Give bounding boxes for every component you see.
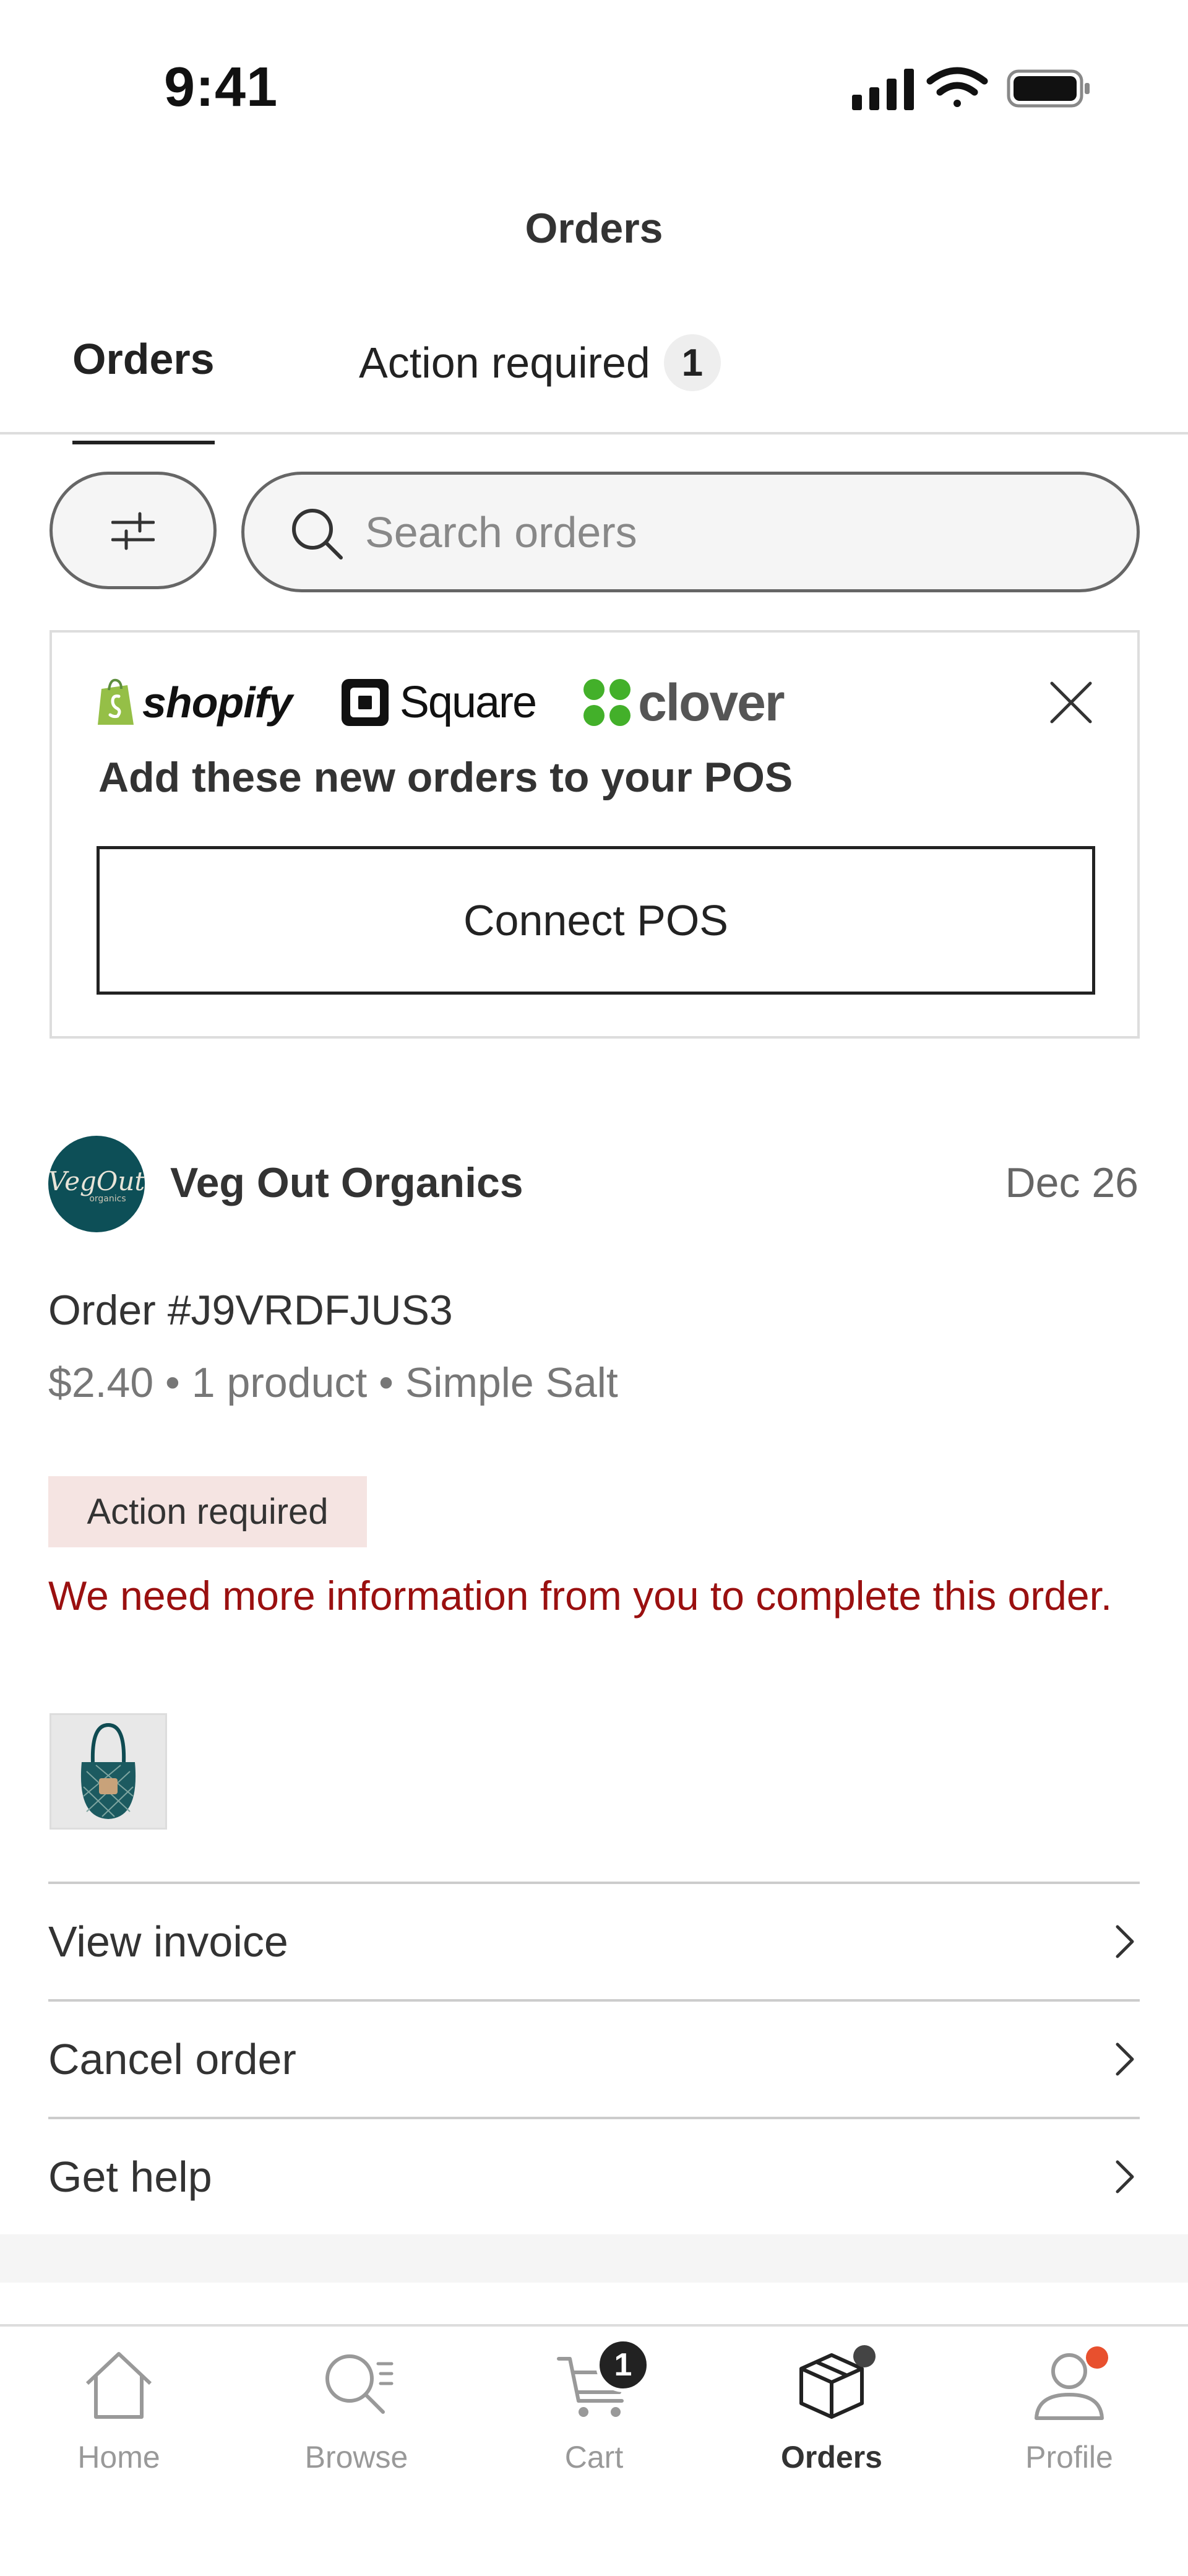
square-wordmark: Square bbox=[399, 678, 537, 727]
action-required-message: We need more information from you to com… bbox=[48, 1573, 1113, 1619]
pos-promo-card: shopify Square clover Add these new orde… bbox=[50, 630, 1140, 1039]
search-placeholder: Search orders bbox=[365, 508, 637, 556]
tote-bag-image bbox=[80, 1722, 136, 1819]
shopify-logo: shopify bbox=[97, 678, 293, 727]
tab-active-indicator bbox=[72, 441, 215, 444]
tab-action-required-label: Action required bbox=[359, 339, 650, 387]
search-input[interactable]: Search orders bbox=[241, 472, 1140, 592]
nav-home-label: Home bbox=[77, 2440, 160, 2474]
profile-notification-dot bbox=[1086, 2346, 1108, 2369]
battery-icon bbox=[1007, 69, 1090, 108]
nav-cart[interactable]: 1 Cart bbox=[475, 2338, 713, 2506]
status-badge: Action required bbox=[48, 1476, 367, 1547]
nav-profile[interactable]: Profile bbox=[950, 2345, 1188, 2506]
cart-icon-wrap: 1 bbox=[554, 2338, 650, 2426]
get-help-label: Get help bbox=[48, 2153, 212, 2201]
section-divider bbox=[0, 2234, 1188, 2283]
nav-browse[interactable]: Browse bbox=[238, 2345, 475, 2506]
orders-indicator-dot bbox=[853, 2345, 876, 2367]
pos-logos: shopify Square clover bbox=[97, 673, 785, 733]
filter-sliders-icon bbox=[111, 512, 155, 550]
search-icon bbox=[292, 508, 343, 560]
profile-icon-wrap bbox=[1029, 2345, 1109, 2426]
square-logo: Square bbox=[341, 677, 537, 728]
shop-avatar[interactable]: VegOut organics bbox=[48, 1136, 145, 1232]
tab-orders-label: Orders bbox=[72, 335, 215, 383]
svg-text:organics: organics bbox=[89, 1194, 126, 1204]
product-thumbnail[interactable] bbox=[50, 1713, 167, 1830]
cart-count-badge: 1 bbox=[596, 2338, 650, 2392]
order-date: Dec 26 bbox=[1005, 1159, 1138, 1206]
page-title: Orders bbox=[525, 205, 663, 252]
close-icon[interactable] bbox=[1049, 681, 1093, 724]
cellular-signal-icon bbox=[852, 69, 914, 110]
browse-icon bbox=[325, 2354, 394, 2414]
order-summary: $2.40 • 1 product • Simple Salt bbox=[48, 1359, 618, 1406]
cancel-order-label: Cancel order bbox=[48, 2035, 296, 2083]
chevron-right-icon bbox=[1116, 2160, 1134, 2193]
filter-button[interactable] bbox=[50, 472, 217, 589]
shop-logo: VegOut organics bbox=[48, 1166, 145, 1204]
nav-orders-label: Orders bbox=[781, 2440, 882, 2474]
status-bar: 9:41 bbox=[0, 0, 1188, 155]
status-icons bbox=[852, 67, 1090, 110]
shopify-bag-icon bbox=[98, 678, 134, 725]
bottom-nav: Home Browse 1 Cart Orders Profile bbox=[0, 2324, 1188, 2576]
nav-profile-label: Profile bbox=[1025, 2440, 1113, 2474]
cancel-order-link[interactable]: Cancel order bbox=[48, 1999, 1140, 2117]
nav-home[interactable]: Home bbox=[0, 2345, 238, 2506]
tab-count-badge: 1 bbox=[663, 334, 721, 391]
shop-name[interactable]: Veg Out Organics bbox=[170, 1159, 523, 1207]
order-number: Order #J9VRDFJUS3 bbox=[48, 1287, 453, 1334]
view-invoice-label: View invoice bbox=[48, 1917, 288, 1966]
clover-leaf-icon bbox=[583, 679, 631, 726]
home-icon bbox=[85, 2352, 152, 2419]
pos-heading: Add these new orders to your POS bbox=[98, 754, 793, 801]
status-time: 9:41 bbox=[164, 56, 278, 118]
square-mark-icon bbox=[341, 679, 389, 726]
wifi-icon bbox=[926, 67, 988, 107]
connect-pos-button[interactable]: Connect POS bbox=[97, 846, 1095, 995]
tab-bar: Orders Action required 1 bbox=[0, 322, 1188, 444]
nav-cart-label: Cart bbox=[564, 2440, 624, 2474]
svg-text:VegOut: VegOut bbox=[48, 1166, 145, 1196]
clover-wordmark: clover bbox=[638, 673, 785, 732]
chevron-right-icon bbox=[1116, 2042, 1134, 2076]
nav-orders[interactable]: Orders bbox=[713, 2345, 950, 2506]
get-help-link[interactable]: Get help bbox=[48, 2117, 1140, 2234]
orders-icon-wrap bbox=[791, 2345, 876, 2426]
nav-browse-label: Browse bbox=[304, 2440, 408, 2474]
tab-orders[interactable]: Orders bbox=[72, 334, 215, 444]
chevron-right-icon bbox=[1116, 1925, 1134, 1958]
shopify-wordmark: shopify bbox=[142, 678, 293, 727]
clover-logo: clover bbox=[582, 673, 785, 733]
tab-action-required[interactable]: Action required 1 bbox=[359, 334, 721, 391]
view-invoice-link[interactable]: View invoice bbox=[48, 1882, 1140, 1999]
